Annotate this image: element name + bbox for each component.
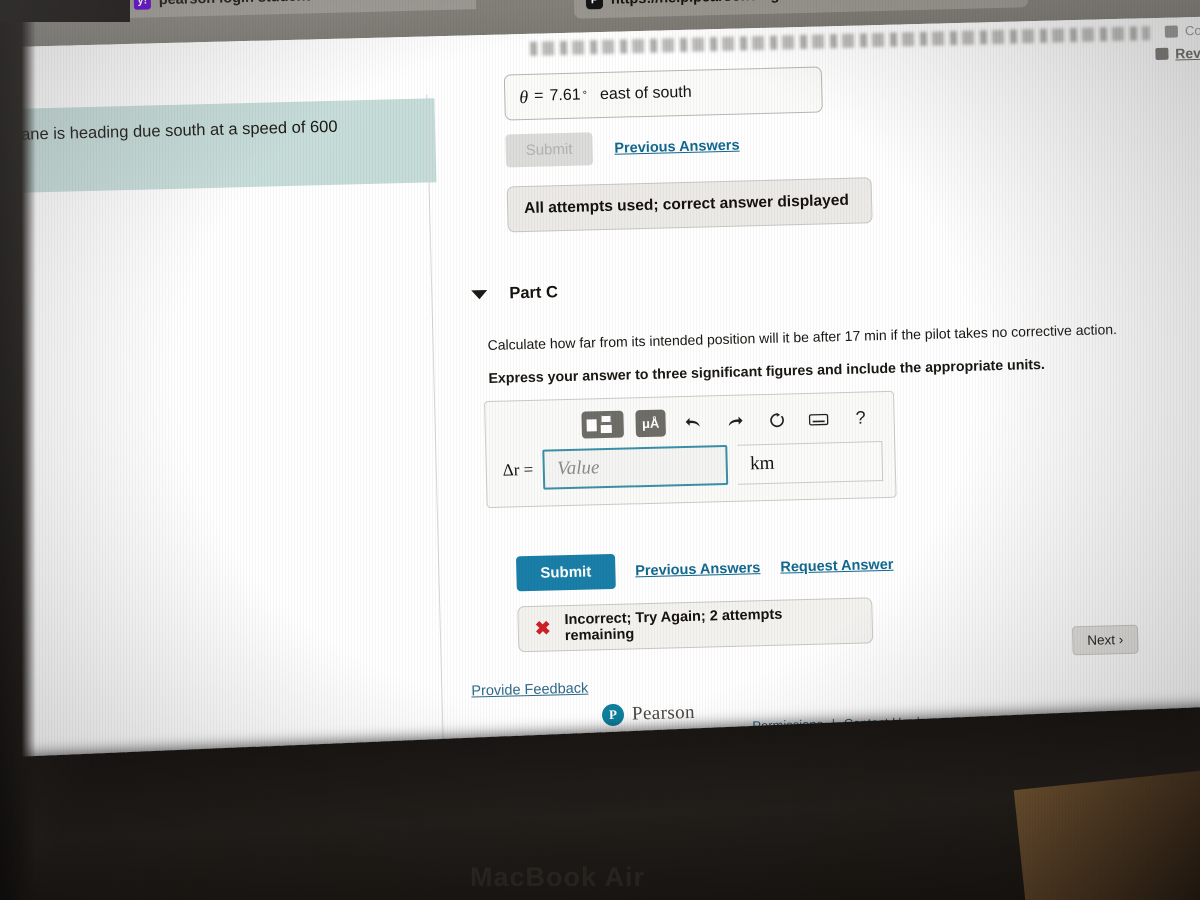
background-top-shadow — [0, 0, 130, 22]
part-b-answer-suffix: east of south — [599, 83, 692, 104]
variable-label: Δr = — [502, 459, 534, 480]
answer-value-input[interactable] — [542, 444, 729, 490]
undo-glyph — [685, 417, 700, 427]
math-template-icon[interactable] — [581, 410, 625, 439]
pearson-logo: P Pearson — [601, 701, 696, 727]
part-c-question: Calculate how far from its intended posi… — [487, 321, 1118, 354]
part-c-previous-answers-link[interactable]: Previous Answers — [635, 560, 761, 579]
nav-course-label: Course — [1184, 22, 1200, 39]
answer-units: km — [737, 441, 884, 485]
redo-glyph — [728, 416, 743, 426]
help-icon[interactable]: ? — [845, 404, 876, 432]
browser-tab-yahoo[interactable]: y! pearson login student - Yahoo Search … — [121, 0, 477, 19]
part-b-answer-readout: θ = 7.61 ° east of south — [503, 66, 823, 121]
blurred-text-line — [529, 26, 1151, 56]
equals-sign: = — [533, 87, 544, 105]
nav-item-review[interactable]: Review — [1155, 44, 1200, 62]
nav-review-label: Review — [1175, 44, 1200, 62]
part-c-feedback-banner: ✖ Incorrect; Try Again; 2 attempts remai… — [517, 597, 874, 653]
part-c-feedback-text: Incorrect; Try Again; 2 attempts remaini… — [564, 606, 783, 645]
clipboard-icon — [1155, 47, 1169, 61]
tab-title: https://help.pearsoncmg.com/mastering/st… — [611, 0, 959, 8]
problem-line-2: km/h . — [0, 137, 418, 175]
keyboard-glyph — [808, 413, 829, 425]
theta-symbol: θ — [519, 86, 529, 107]
answer-input-row: Δr = km — [498, 441, 884, 491]
browser-tab-pearson[interactable]: P https://help.pearsoncmg.com/mastering/… — [573, 0, 1029, 19]
next-button[interactable]: Next › — [1071, 624, 1139, 656]
keyboard-icon[interactable] — [803, 405, 834, 433]
part-b-submit-button: Submit — [505, 132, 593, 168]
part-c-request-answer-link[interactable]: Request Answer — [780, 556, 893, 575]
nav-item-course[interactable]: Course — [1164, 22, 1200, 39]
pearson-logo-word: Pearson — [631, 701, 696, 725]
degree-symbol: ° — [582, 89, 588, 102]
column-divider — [426, 94, 445, 795]
part-b-status-banner: All attempts used; correct answer displa… — [506, 177, 873, 233]
part-c-action-row: Submit Previous Answers Request Answer — [515, 547, 894, 592]
browser-tabstrip: y! pearson login student - Yahoo Search … — [0, 0, 1200, 20]
units-icon[interactable]: μÅ — [635, 409, 666, 438]
part-c-title: Part C — [509, 283, 559, 303]
part-b-previous-answers-link[interactable]: Previous Answers — [614, 137, 740, 156]
yahoo-icon: y! — [133, 0, 152, 10]
background-desk — [1013, 770, 1200, 900]
background-left-shadow — [0, 0, 36, 900]
part-c-instruction: Express your answer to three significant… — [488, 357, 1046, 388]
pearson-icon: P — [585, 0, 604, 9]
reset-glyph — [769, 412, 784, 428]
book-icon — [1164, 24, 1179, 38]
caret-down-icon[interactable] — [471, 289, 488, 300]
part-c-header[interactable]: Part C — [471, 283, 558, 304]
part-c-answer-widget: μÅ ? Δr = Value km — [484, 390, 897, 509]
part-c-question-block: Calculate how far from its intended posi… — [487, 318, 1143, 389]
reset-icon[interactable] — [761, 406, 792, 434]
photo-of-laptop-screen: y! pearson login student - Yahoo Search … — [0, 0, 1200, 900]
problem-statement: An airplane is heading due south at a sp… — [0, 98, 437, 195]
part-b-answer-value: 7.61 — [549, 86, 581, 105]
undo-icon[interactable] — [677, 408, 708, 436]
pearson-logo-icon: P — [601, 703, 625, 727]
part-c-submit-button[interactable]: Submit — [515, 553, 616, 592]
error-x-icon: ✖ — [534, 618, 552, 640]
device-brand-text: MacBook Air — [470, 862, 646, 892]
redo-icon[interactable] — [719, 407, 750, 435]
tab-title: pearson login student - Yahoo Search Res… — [159, 0, 464, 8]
part-b-action-row: Submit Previous Answers — [505, 129, 740, 168]
provide-feedback-link[interactable]: Provide Feedback — [471, 681, 588, 700]
